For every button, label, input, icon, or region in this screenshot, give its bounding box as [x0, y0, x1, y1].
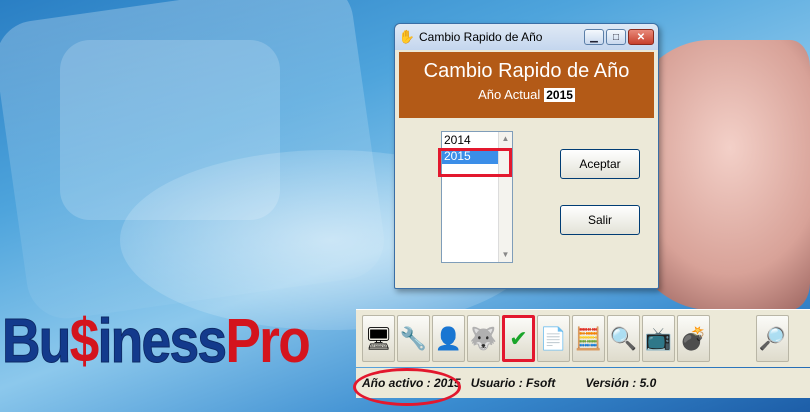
document-icon[interactable]: 📄 — [537, 315, 570, 362]
banner-title: Cambio Rapido de Año — [423, 60, 630, 82]
businesspro-logo: Bu $ iness Pro — [2, 303, 311, 379]
dialog-title: Cambio Rapido de Año — [419, 30, 543, 44]
gimp-icon[interactable]: 🐺 — [467, 315, 500, 362]
logo-text-iness: iness — [97, 306, 227, 376]
current-year-row: Año Actual 2015 — [399, 87, 654, 102]
scroll-up-icon[interactable]: ▲ — [499, 132, 512, 146]
scroll-down-icon[interactable]: ▼ — [499, 248, 512, 262]
close-button[interactable]: ✕ — [628, 29, 654, 45]
active-year-ellipse-marker — [353, 368, 461, 406]
logo-text-dollar: $ — [69, 306, 100, 376]
exit-button[interactable]: Salir — [560, 205, 640, 235]
list-item[interactable]: 2014 — [442, 132, 500, 148]
checkmark-icon[interactable]: ✔ — [502, 315, 535, 362]
main-toolbar: 🖥 🔧 👤 🐺 ✔ 📄 🧮 🔍 📺 💣 🔎 — [356, 309, 810, 367]
monitor-icon[interactable]: 🖥 — [362, 315, 395, 362]
logo-text-pro: Pro — [225, 306, 310, 376]
help-search-icon[interactable]: 🔎 — [756, 315, 789, 362]
year-change-dialog: ✋ Cambio Rapido de Año ▁ □ ✕ Cambio Rapi… — [394, 23, 659, 289]
version-status: Versión : 5.0 — [585, 376, 657, 390]
search-icon[interactable]: 🔍 — [607, 315, 640, 362]
app-icon: ✋ — [398, 29, 416, 44]
maximize-button[interactable]: □ — [606, 29, 626, 45]
user-status: Usuario : Fsoft — [470, 376, 556, 390]
tools-icon[interactable]: 🔧 — [397, 315, 430, 362]
selection-highlight-marker — [438, 148, 512, 177]
dialog-banner: Cambio Rapido de Año Año Actual 2015 — [399, 52, 654, 118]
bomb-icon[interactable]: 💣 — [677, 315, 710, 362]
current-year-label: Año Actual — [478, 87, 541, 102]
logo-text-bu: Bu — [2, 306, 72, 376]
current-year-value: 2015 — [544, 88, 575, 102]
display-icon[interactable]: 📺 — [642, 315, 675, 362]
user-icon[interactable]: 👤 — [432, 315, 465, 362]
calculator-icon[interactable]: 🧮 — [572, 315, 605, 362]
dialog-titlebar[interactable]: ✋ Cambio Rapido de Año ▁ □ ✕ — [395, 24, 658, 50]
accept-button[interactable]: Aceptar — [560, 149, 640, 179]
minimize-button[interactable]: ▁ — [584, 29, 604, 45]
